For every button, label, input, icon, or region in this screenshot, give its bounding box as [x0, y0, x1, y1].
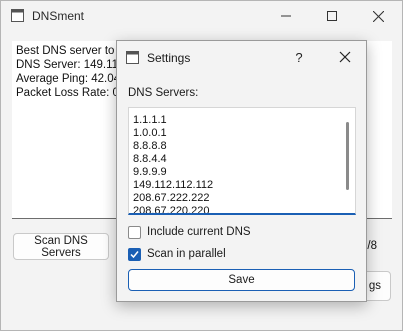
save-button[interactable]: Save	[128, 269, 355, 291]
result-line: Packet Loss Rate: 0.0	[16, 87, 129, 99]
include-current-dns-checkbox[interactable]	[128, 225, 141, 239]
dns-server-entry: 1.0.0.1	[133, 127, 167, 139]
minimize-icon	[281, 15, 291, 17]
dns-server-entry: 9.9.9.9	[133, 166, 167, 178]
settings-title: Settings	[147, 51, 191, 65]
dns-server-entry: 208.67.222.222	[133, 192, 210, 204]
app-window-icon	[11, 9, 24, 22]
settings-titlebar[interactable]: Settings ?	[117, 41, 366, 73]
scan-in-parallel-row[interactable]: Scan in parallel	[128, 246, 226, 262]
dialog-close-icon[interactable]	[337, 49, 353, 65]
maximize-button[interactable]	[309, 1, 355, 31]
scan-in-parallel-label: Scan in parallel	[147, 248, 226, 260]
dialog-window-icon	[126, 51, 139, 64]
scan-dns-servers-button[interactable]: Scan DNS Servers	[13, 233, 109, 260]
dns-server-entry: 149.112.112.112	[133, 179, 214, 191]
dns-server-entry: 208.67.220.220	[133, 205, 210, 215]
minimize-button[interactable]	[263, 1, 309, 31]
dns-server-entry: 8.8.4.4	[133, 153, 167, 165]
maximize-icon	[327, 11, 337, 21]
dns-servers-label: DNS Servers:	[128, 87, 199, 99]
include-current-dns-row[interactable]: Include current DNS	[128, 224, 251, 240]
dns-server-entry: 8.8.8.8	[133, 140, 167, 152]
settings-dialog: Settings ? DNS Servers: 1.1.1.1 1.0.0.1 …	[116, 40, 367, 302]
checkmark-icon	[130, 250, 139, 258]
include-current-dns-label: Include current DNS	[147, 226, 251, 238]
result-line: Best DNS server to u	[16, 45, 125, 57]
scan-in-parallel-checkbox[interactable]	[128, 247, 141, 261]
help-button[interactable]: ?	[293, 50, 305, 65]
close-button[interactable]	[355, 1, 401, 31]
dns-server-entry: 1.1.1.1	[133, 114, 167, 126]
result-line: DNS Server: 149.112	[16, 59, 125, 71]
scrollbar-thumb[interactable]	[346, 122, 349, 190]
main-titlebar[interactable]: DNSment	[1, 1, 402, 31]
dns-servers-textarea[interactable]: 1.1.1.1 1.0.0.1 8.8.8.8 8.8.4.4 9.9.9.9 …	[128, 107, 356, 215]
close-icon	[372, 10, 384, 22]
app-title: DNSment	[32, 9, 85, 23]
result-line: Average Ping: 42.04	[16, 73, 121, 85]
